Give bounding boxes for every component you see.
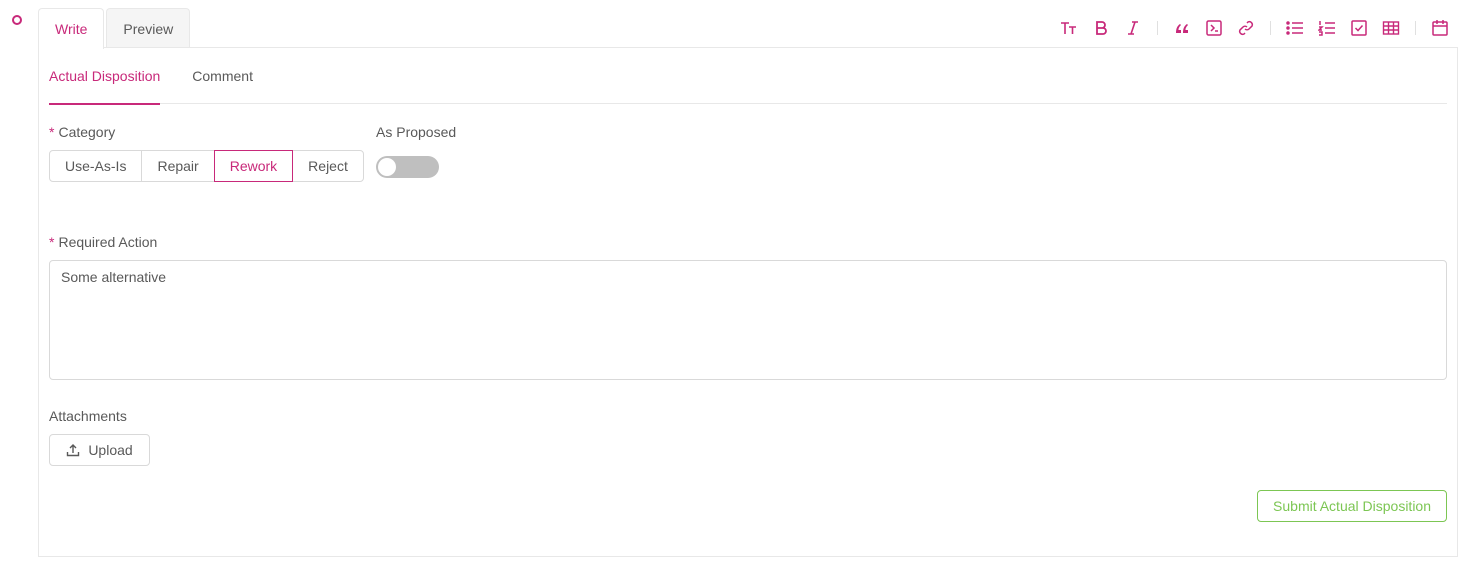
attachments-label: Attachments — [49, 408, 127, 424]
required-mark: * — [49, 124, 55, 140]
disposition-tabs: Actual Disposition Comment — [49, 48, 1447, 105]
toolbar-divider — [1270, 21, 1271, 35]
category-option-repair[interactable]: Repair — [141, 150, 215, 182]
as-proposed-toggle[interactable] — [376, 156, 439, 178]
timeline-dot — [12, 15, 22, 25]
calendar-icon[interactable] — [1428, 18, 1452, 38]
upload-icon — [67, 444, 80, 457]
link-icon[interactable] — [1234, 18, 1258, 38]
tab-write[interactable]: Write — [38, 8, 105, 49]
required-action-textarea[interactable]: Some alternative — [49, 260, 1447, 380]
italic-icon[interactable] — [1121, 18, 1145, 38]
category-option-use-as-is[interactable]: Use-As-Is — [49, 150, 143, 182]
numbered-list-icon[interactable] — [1315, 18, 1339, 38]
upload-button[interactable]: Upload — [49, 434, 150, 466]
editor-panel: Actual Disposition Comment * Category Use… — [38, 47, 1458, 557]
markdown-editor: Write Preview Actual Disposition Comment… — [38, 8, 1458, 557]
as-proposed-label: As Proposed — [376, 124, 457, 140]
editor-toolbar — [1049, 18, 1452, 38]
required-action-label: * Required Action — [49, 234, 157, 250]
category-option-rework[interactable]: Rework — [213, 150, 294, 182]
category-option-reject[interactable]: Reject — [292, 150, 364, 182]
tab-actual-disposition[interactable]: Actual Disposition — [49, 48, 161, 105]
tab-preview[interactable]: Preview — [106, 8, 191, 48]
category-radio-group: Use-As-Is Repair Rework Reject — [49, 150, 364, 182]
required-mark: * — [49, 234, 55, 250]
category-label: * Category — [49, 124, 115, 140]
bold-icon[interactable] — [1089, 18, 1113, 38]
code-icon[interactable] — [1202, 18, 1226, 38]
category-label-text: Category — [58, 124, 116, 140]
task-list-icon[interactable] — [1347, 18, 1371, 38]
editor-tabs: Write Preview — [38, 8, 191, 49]
toolbar-divider — [1415, 21, 1416, 35]
required-action-label-text: Required Action — [58, 234, 158, 250]
bullet-list-icon[interactable] — [1283, 18, 1307, 38]
quote-icon[interactable] — [1170, 18, 1194, 38]
text-size-icon[interactable] — [1057, 18, 1081, 38]
toggle-knob — [378, 158, 396, 176]
toolbar-divider — [1157, 21, 1158, 35]
table-icon[interactable] — [1379, 18, 1403, 38]
tab-comment[interactable]: Comment — [192, 48, 253, 104]
submit-actual-disposition-button[interactable]: Submit Actual Disposition — [1257, 490, 1447, 522]
upload-label: Upload — [88, 442, 133, 458]
